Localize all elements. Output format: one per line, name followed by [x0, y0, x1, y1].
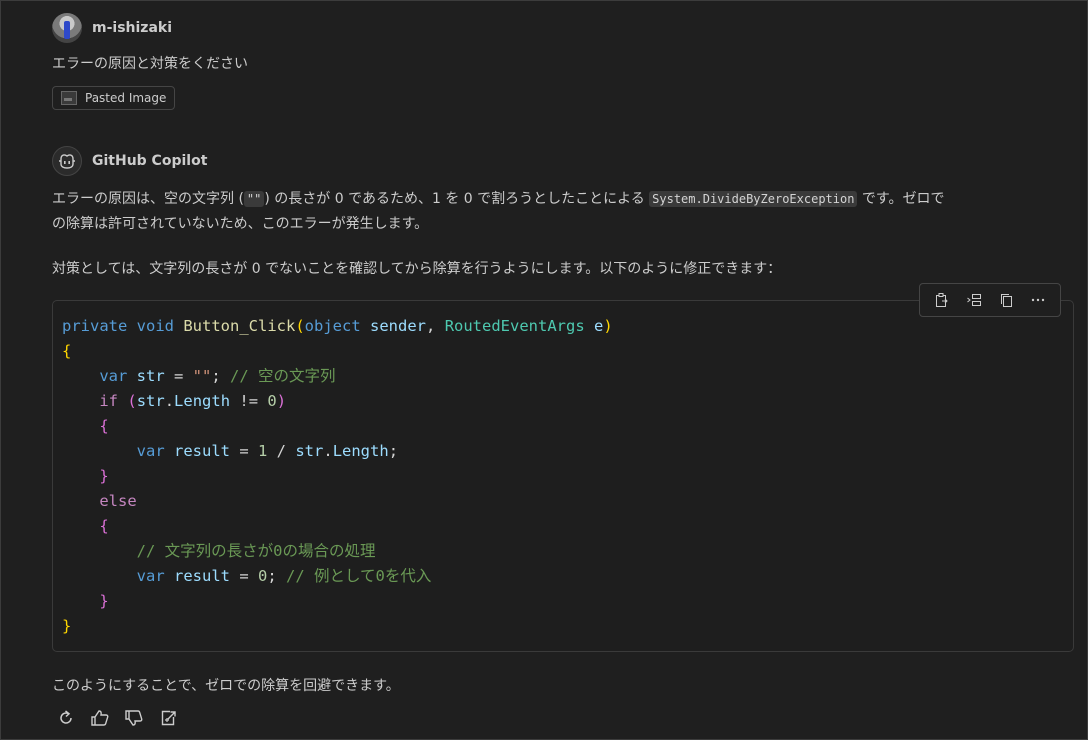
answer-paragraph-1-line-1: エラーの原因は、空の文字列 ("") の長さが 0 であるため、1 を 0 で割… — [52, 187, 945, 212]
user-message-text: エラーの原因と対策をください — [52, 56, 248, 72]
code-line-9: { — [99, 517, 109, 535]
inline-code-empty-string: "" — [243, 191, 265, 207]
apply-in-editor-icon[interactable] — [931, 289, 953, 311]
user-message-header: m-ishizaki — [52, 13, 172, 43]
text-span: です。ゼロで — [857, 191, 945, 207]
user-avatar — [52, 13, 82, 43]
feedback-actions — [54, 706, 180, 730]
insert-at-cursor-icon[interactable] — [963, 289, 985, 311]
answer-closing: このようにすることで、ゼロでの除算を回避できます。 — [52, 678, 400, 694]
thumbs-up-icon[interactable] — [88, 706, 112, 730]
code-line-2: { — [62, 342, 72, 360]
answer-paragraph-2: 対策としては、文字列の長さが 0 でないことを確認してから除算を行うようにします… — [52, 261, 782, 277]
code-block-toolbar — [919, 283, 1061, 317]
attachment-label: Pasted Image — [85, 91, 167, 105]
text-span: エラーの原因は、空の文字列 ( — [52, 191, 244, 207]
code-line-7: } — [99, 467, 109, 485]
inline-code-exception: System.DivideByZeroException — [649, 191, 858, 207]
code-line-10: // 文字列の長さが0の場合の処理 — [136, 542, 376, 560]
code-line-11: var result = 0; // 例として0を代入 — [136, 567, 432, 585]
user-name: m-ishizaki — [92, 20, 173, 36]
assistant-name: GitHub Copilot — [92, 153, 208, 169]
code-content: private void Button_Click(object sender,… — [62, 314, 613, 639]
code-line-12: } — [99, 592, 109, 610]
attachment-chip[interactable]: Pasted Image — [52, 86, 176, 110]
code-line-1: private void Button_Click(object sender,… — [62, 317, 613, 335]
text-span: ) の長さが 0 であるため、1 を 0 で割ろうとしたことによる — [264, 191, 650, 207]
code-line-8: else — [99, 492, 137, 510]
copilot-icon — [52, 146, 82, 176]
assistant-message-header: GitHub Copilot — [52, 146, 207, 176]
copy-icon[interactable] — [995, 289, 1017, 311]
retry-icon[interactable] — [54, 706, 78, 730]
thumbs-down-icon[interactable] — [122, 706, 146, 730]
insert-into-new-file-icon[interactable] — [156, 706, 180, 730]
code-line-3: var str = ""; // 空の文字列 — [99, 367, 336, 385]
code-line-6: var result = 1 / str.Length; — [136, 442, 399, 460]
more-icon[interactable] — [1027, 289, 1049, 311]
code-line-4: if (str.Length != 0) — [99, 392, 287, 410]
image-icon — [61, 91, 77, 105]
answer-paragraph-1-line-2: の除算は許可されていないため、このエラーが発生します。 — [52, 216, 429, 232]
code-line-5: { — [99, 417, 109, 435]
code-line-13: } — [62, 617, 72, 635]
